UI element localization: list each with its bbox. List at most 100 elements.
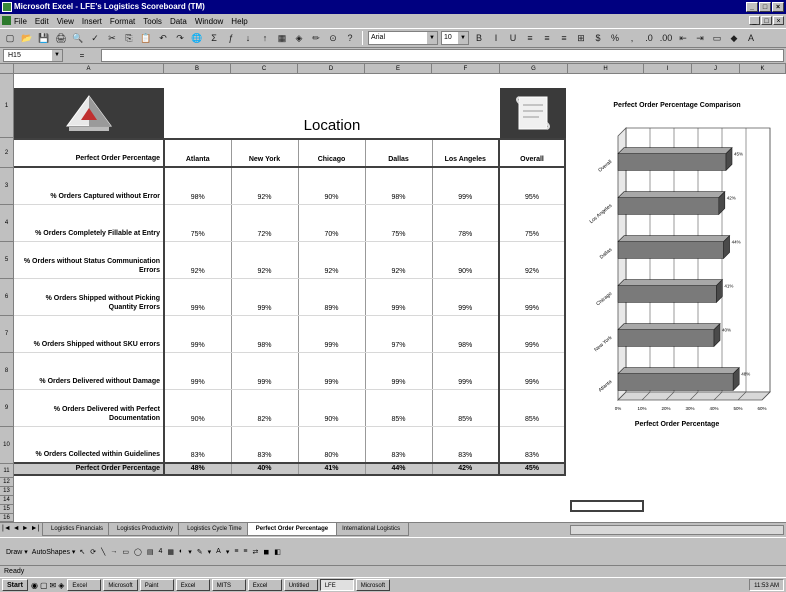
perfect-order-chart[interactable]: Perfect Order Percentage Comparison 0% 10… [570, 90, 784, 464]
metric-value-cell[interactable]: 83% [432, 426, 500, 464]
hyperlink-icon[interactable]: 🌐 [190, 31, 204, 45]
menu-file[interactable]: File [14, 17, 27, 26]
redo-icon[interactable]: ↷ [173, 31, 187, 45]
next-sheet-button[interactable]: ► [22, 525, 29, 532]
total-value-cell[interactable]: 48% [164, 462, 232, 476]
undo-icon[interactable]: ↶ [156, 31, 170, 45]
percent-icon[interactable]: % [608, 31, 622, 45]
drawing-tool-icon[interactable]: ≡ [243, 548, 247, 555]
total-value-cell[interactable]: 41% [298, 462, 366, 476]
sheet-tab[interactable]: International Logistics [333, 523, 410, 536]
metric-overall-cell[interactable]: 99% [498, 352, 566, 390]
draw-menu-button[interactable]: Draw ▾ [6, 548, 28, 556]
metric-value-cell[interactable]: 92% [298, 241, 366, 279]
metric-label-cell[interactable]: % Orders Collected within Guidelines [14, 426, 165, 464]
taskbar-button[interactable]: Untitled [283, 579, 318, 591]
overall-header-cell[interactable]: Overall [498, 138, 566, 168]
drawing-tool-icon[interactable]: ◧ [274, 548, 281, 556]
decrease-decimal-icon[interactable]: .00 [659, 31, 673, 45]
metric-value-cell[interactable]: 72% [231, 204, 299, 242]
metric-value-cell[interactable]: 89% [298, 278, 366, 316]
drawing-tool-icon[interactable]: ◼ [263, 548, 269, 556]
spell-icon[interactable]: ✓ [88, 31, 102, 45]
row-header[interactable]: 5 [0, 242, 14, 279]
metric-value-cell[interactable]: 70% [298, 204, 366, 242]
taskbar-button[interactable]: Excel [175, 579, 210, 591]
column-header[interactable]: G [500, 64, 568, 74]
metric-value-cell[interactable]: 98% [365, 167, 433, 205]
metric-value-cell[interactable]: 83% [365, 426, 433, 464]
metric-value-cell[interactable]: 85% [432, 389, 500, 427]
metric-value-cell[interactable]: 75% [365, 204, 433, 242]
help-icon[interactable]: ? [343, 31, 357, 45]
font-size-select[interactable]: 10 ▼ [441, 31, 469, 45]
row-header[interactable]: 3 [0, 168, 14, 205]
metric-value-cell[interactable]: 75% [164, 204, 232, 242]
print-icon[interactable]: 🖨 [54, 31, 68, 45]
metric-value-cell[interactable]: 99% [164, 352, 232, 390]
metric-value-cell[interactable]: 90% [164, 389, 232, 427]
metric-value-cell[interactable]: 99% [432, 167, 500, 205]
quick-launch-icon[interactable]: ◈ [58, 581, 64, 590]
total-label-cell[interactable]: Perfect Order Percentage [14, 462, 165, 476]
prev-sheet-button[interactable]: ◄ [13, 525, 20, 532]
metric-value-cell[interactable]: 92% [231, 241, 299, 279]
comma-icon[interactable]: , [625, 31, 639, 45]
first-sheet-button[interactable]: |◄ [2, 525, 11, 532]
location-header-cell[interactable]: Atlanta [164, 138, 232, 168]
currency-icon[interactable]: $ [591, 31, 605, 45]
metric-value-cell[interactable]: 83% [231, 426, 299, 464]
start-button[interactable]: Start [2, 579, 28, 591]
close-button[interactable]: × [772, 2, 784, 12]
column-header[interactable]: E [365, 64, 432, 74]
metric-value-cell[interactable]: 82% [231, 389, 299, 427]
selected-cell[interactable] [570, 500, 644, 512]
menu-data[interactable]: Data [170, 17, 187, 26]
open-icon[interactable]: 📂 [20, 31, 34, 45]
column-header[interactable]: K [740, 64, 786, 74]
sort-asc-icon[interactable]: ↓ [241, 31, 255, 45]
map-icon[interactable]: ◈ [292, 31, 306, 45]
sheet-tab[interactable]: Logistics Financials [42, 523, 113, 536]
copy-icon[interactable]: ⎘ [122, 31, 136, 45]
row-header[interactable]: 4 [0, 205, 14, 242]
metric-value-cell[interactable]: 83% [164, 426, 232, 464]
metric-overall-cell[interactable]: 95% [498, 167, 566, 205]
row-header[interactable]: 7 [0, 316, 14, 353]
fill-color-icon[interactable]: ◆ [727, 31, 741, 45]
workbook-icon[interactable] [2, 16, 11, 25]
metric-value-cell[interactable]: 85% [365, 389, 433, 427]
excel-app-icon[interactable] [2, 2, 12, 12]
preview-icon[interactable]: 🔍 [71, 31, 85, 45]
workbook-close-button[interactable]: × [773, 16, 784, 25]
column-header[interactable]: I [644, 64, 692, 74]
formula-input[interactable] [101, 49, 784, 62]
metric-value-cell[interactable]: 99% [365, 352, 433, 390]
row-header[interactable]: 16 [0, 514, 14, 522]
total-value-cell[interactable]: 42% [432, 462, 500, 476]
drawing-tool-icon[interactable]: ╲ [101, 548, 105, 556]
drawing-icon[interactable]: ✏ [309, 31, 323, 45]
drawing-tool-icon[interactable]: ▾ [226, 548, 230, 556]
chevron-down-icon[interactable]: ▼ [458, 32, 468, 44]
maximize-button[interactable]: □ [759, 2, 771, 12]
metric-value-cell[interactable]: 92% [365, 241, 433, 279]
workbook-minimize-button[interactable]: _ [749, 16, 760, 25]
column-header[interactable]: B [164, 64, 231, 74]
location-header-cell[interactable]: Los Angeles [432, 138, 500, 168]
metric-value-cell[interactable]: 90% [298, 167, 366, 205]
header-label-cell[interactable]: Perfect Order Percentage [14, 138, 165, 168]
function-icon[interactable]: ƒ [224, 31, 238, 45]
metric-label-cell[interactable]: % Orders without Status Communication Er… [14, 241, 165, 279]
row-header[interactable]: 13 [0, 487, 14, 496]
taskbar-button[interactable]: Paint [139, 579, 174, 591]
row-header[interactable]: 6 [0, 279, 14, 316]
drawing-tool-icon[interactable]: ◯ [134, 548, 142, 556]
metric-label-cell[interactable]: % Orders Captured without Error [14, 167, 165, 205]
taskbar-button[interactable]: Excel [247, 579, 282, 591]
menu-tools[interactable]: Tools [143, 17, 162, 26]
sheet-tab[interactable]: Logistics Cycle Time [178, 523, 251, 536]
row-header[interactable]: 2 [0, 138, 14, 168]
column-header[interactable]: A [14, 64, 164, 74]
workbook-restore-button[interactable]: □ [761, 16, 772, 25]
